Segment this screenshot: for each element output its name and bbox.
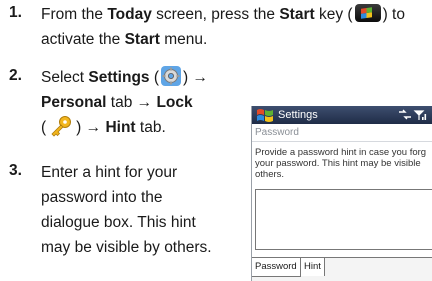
tab-hint[interactable]: Hint	[301, 258, 325, 276]
start-key-icon	[354, 4, 381, 22]
step-number: 1.	[9, 4, 22, 21]
device-screenshot: Settings Password Provide a password hin…	[251, 106, 432, 281]
signal-icon	[399, 109, 427, 120]
step-number: 2.	[9, 67, 22, 84]
step-number: 3.	[9, 162, 22, 179]
lock-key-icon	[51, 116, 72, 137]
step-text: Select Settings ( ) → Personal tab → Loc…	[41, 65, 208, 140]
tab-password[interactable]: Password	[252, 258, 301, 277]
screen-subtitle: Password	[252, 124, 432, 142]
step-text: Enter a hint for your password into the …	[41, 164, 212, 256]
tab-bar: Password Hint	[252, 257, 432, 281]
step-text: From the Today screen, press the Start k…	[41, 4, 405, 48]
hint-description: Provide a password hint in case you forg…	[255, 147, 427, 180]
hint-input[interactable]	[255, 189, 432, 250]
screen-title: Settings	[278, 109, 318, 121]
windows-flag-icon[interactable]	[256, 108, 274, 122]
settings-icon	[161, 66, 182, 86]
title-bar: Settings	[252, 106, 432, 124]
